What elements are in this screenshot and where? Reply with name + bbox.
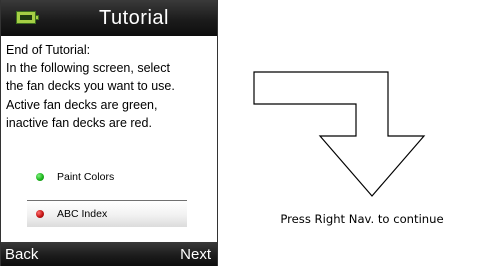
screen-title: Tutorial: [99, 7, 169, 29]
tutorial-line: the fan decks you want to use.: [6, 79, 175, 94]
tutorial-line: inactive fan decks are red.: [6, 115, 152, 130]
tutorial-line: End of Tutorial:: [6, 43, 91, 57]
device-screen: Tutorial End of Tutorial: In the followi…: [0, 0, 218, 266]
fan-deck-label: Paint Colors: [57, 171, 115, 183]
back-softkey[interactable]: Back: [5, 245, 38, 265]
instruction-caption: Press Right Nav. to continue: [280, 212, 444, 226]
title-bar: Tutorial: [1, 0, 217, 36]
fan-deck-item-paint-colors[interactable]: Paint Colors: [1, 164, 217, 190]
next-softkey[interactable]: Next: [180, 245, 211, 265]
tutorial-text: End of Tutorial: In the following screen…: [6, 41, 216, 132]
fan-deck-item-abc-index[interactable]: ABC Index: [27, 200, 187, 227]
tutorial-line: Active fan decks are green,: [6, 97, 158, 112]
inactive-status-dot-icon: [36, 210, 44, 218]
arrow-down-icon: [253, 71, 426, 197]
tutorial-line: In the following screen, select: [6, 61, 170, 76]
softkey-bar: Back Next: [1, 242, 217, 266]
active-status-dot-icon: [36, 173, 44, 181]
battery-icon: [16, 11, 39, 24]
fan-deck-label: ABC Index: [57, 208, 108, 220]
